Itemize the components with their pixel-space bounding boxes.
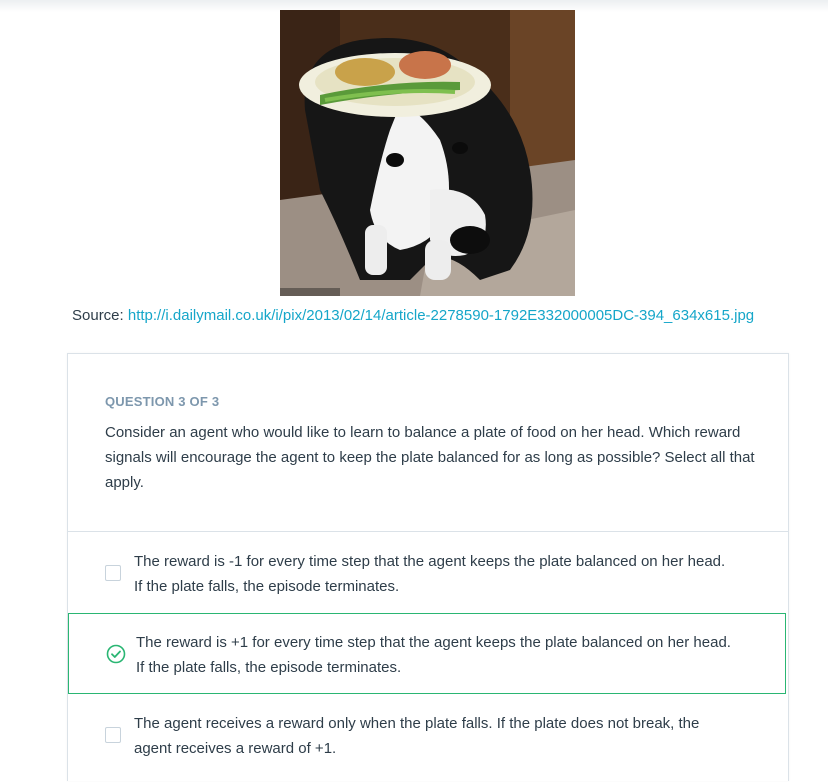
- answer-option-text: The reward is -1 for every time step tha…: [134, 553, 726, 595]
- answer-option-2[interactable]: The reward is +1 for every time step tha…: [68, 613, 786, 694]
- unchecked-checkbox-icon[interactable]: [105, 727, 121, 743]
- image-source: Source: http://i.dailymail.co.uk/i/pix/2…: [72, 307, 754, 324]
- source-link[interactable]: http://i.dailymail.co.uk/i/pix/2013/02/1…: [128, 307, 754, 324]
- unchecked-checkbox-icon[interactable]: [105, 565, 121, 581]
- source-label: Source:: [72, 307, 128, 324]
- question-text: Consider an agent who would like to lear…: [105, 424, 755, 491]
- answer-option-text: The reward is +1 for every time step tha…: [136, 634, 731, 676]
- answer-option-1[interactable]: The reward is -1 for every time step tha…: [68, 532, 786, 613]
- dog-with-plate-photo: [280, 10, 575, 296]
- quiz-card: QUESTION 3 OF 3 Consider an agent who wo…: [67, 353, 789, 781]
- quiz-page: Source: http://i.dailymail.co.uk/i/pix/2…: [0, 0, 828, 782]
- question-counter: QUESTION 3 OF 3: [105, 394, 220, 409]
- answer-option-text: The agent receives a reward only when th…: [134, 715, 700, 757]
- check-circle-icon[interactable]: [106, 644, 126, 664]
- answer-option-3[interactable]: The agent receives a reward only when th…: [68, 694, 786, 781]
